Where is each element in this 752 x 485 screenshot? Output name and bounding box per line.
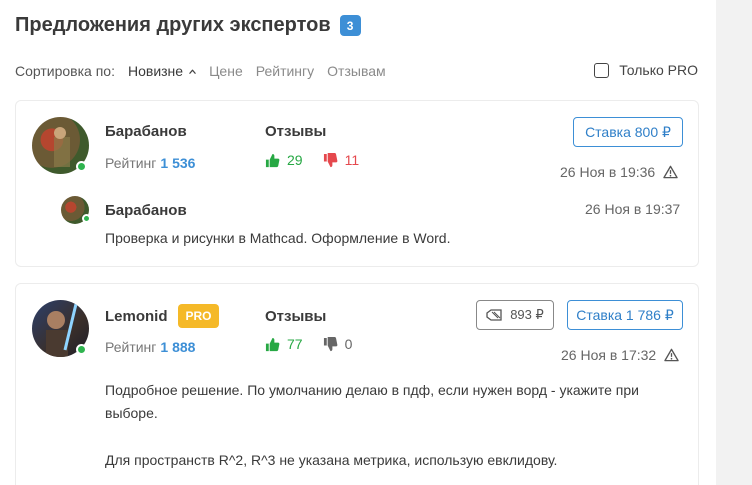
thumbs-up-icon	[265, 337, 280, 351]
bid-button[interactable]: Ставка 800 ₽	[573, 117, 683, 147]
offers-section: Предложения других экспертов 3 Сортировк…	[0, 0, 716, 485]
dislikes-count: 0	[344, 336, 353, 352]
reviews-votes: 77 0	[265, 336, 352, 352]
reply-author-name[interactable]: Барабанов	[105, 202, 187, 219]
warning-icon[interactable]	[663, 165, 678, 179]
reply-text: Проверка и рисунки в Mathcad. Оформление…	[105, 230, 451, 246]
previous-price-button[interactable]: 893 ₽	[476, 300, 554, 330]
thumbs-down-icon	[323, 336, 337, 351]
online-indicator	[76, 344, 87, 355]
reply-online-indicator	[82, 214, 91, 223]
thumbs-up-icon	[265, 153, 280, 167]
expert-rating: Рейтинг 1 536	[105, 155, 195, 171]
offer-datetime-text: 26 Ноя в 19:36	[560, 164, 656, 180]
pro-only-checkbox[interactable]	[594, 62, 610, 78]
rating-value: 1 888	[160, 339, 196, 355]
expert-name[interactable]: Lemonid	[105, 308, 168, 325]
rating-label: Рейтинг	[105, 339, 157, 355]
rating-label: Рейтинг	[105, 155, 157, 171]
previous-price: 893 ₽	[510, 307, 544, 322]
offer-comment: Подробное решение. По умолчанию делаю в …	[105, 379, 690, 472]
expert-name[interactable]: Барабанов	[105, 123, 187, 140]
section-title: Предложения других экспертов	[15, 14, 331, 36]
pro-only-label: Только PRO	[619, 62, 698, 78]
offer-datetime: 26 Ноя в 17:32	[561, 347, 679, 363]
offer-datetime: 26 Ноя в 19:36	[560, 164, 678, 180]
sort-option-newest[interactable]: Новизне	[128, 63, 196, 79]
section-header: Предложения других экспертов 3	[15, 14, 361, 37]
offer-comment-paragraph: Для пространств R^2, R^3 не указана метр…	[105, 452, 558, 468]
pro-only-filter[interactable]: Только PRO	[594, 62, 698, 78]
online-indicator	[76, 161, 87, 172]
right-panel-edge	[716, 0, 752, 485]
likes-count: 77	[287, 336, 303, 352]
sort-option-reviews[interactable]: Отзывам	[327, 63, 385, 79]
reviews-title: Отзывы	[265, 308, 327, 325]
likes-count: 29	[287, 152, 303, 168]
offer-datetime-text: 26 Ноя в 17:32	[561, 347, 657, 363]
thumbs-down-icon	[323, 152, 337, 167]
expert-rating: Рейтинг 1 888	[105, 339, 195, 355]
sort-option-newest-label: Новизне	[127, 63, 184, 79]
caret-up-icon	[189, 69, 196, 74]
price-tag-icon	[486, 309, 502, 321]
sort-option-price[interactable]: Цене	[209, 63, 243, 79]
sort-label: Сортировка по:	[15, 63, 115, 79]
warning-icon[interactable]	[664, 348, 679, 362]
offer-comment-paragraph: Подробное решение. По умолчанию делаю в …	[105, 382, 639, 421]
pro-badge: PRO	[178, 304, 219, 328]
sort-option-rating[interactable]: Рейтингу	[256, 63, 314, 79]
offers-count-badge: 3	[339, 15, 361, 36]
offer-card: Барабанов Рейтинг 1 536 Отзывы 29 11 Став…	[15, 100, 699, 267]
rating-value: 1 536	[160, 155, 196, 171]
sort-bar: Сортировка по: Новизне Цене Рейтингу Отз…	[15, 62, 698, 80]
bid-button[interactable]: Ставка 1 786 ₽	[567, 300, 683, 330]
reviews-votes: 29 11	[265, 152, 359, 168]
dislikes-count: 11	[344, 152, 360, 168]
reply-datetime: 26 Ноя в 19:37	[585, 201, 681, 217]
offer-card: Lemonid PRO Рейтинг 1 888 Отзывы 77 0 893…	[15, 283, 699, 485]
reviews-title: Отзывы	[265, 123, 327, 140]
